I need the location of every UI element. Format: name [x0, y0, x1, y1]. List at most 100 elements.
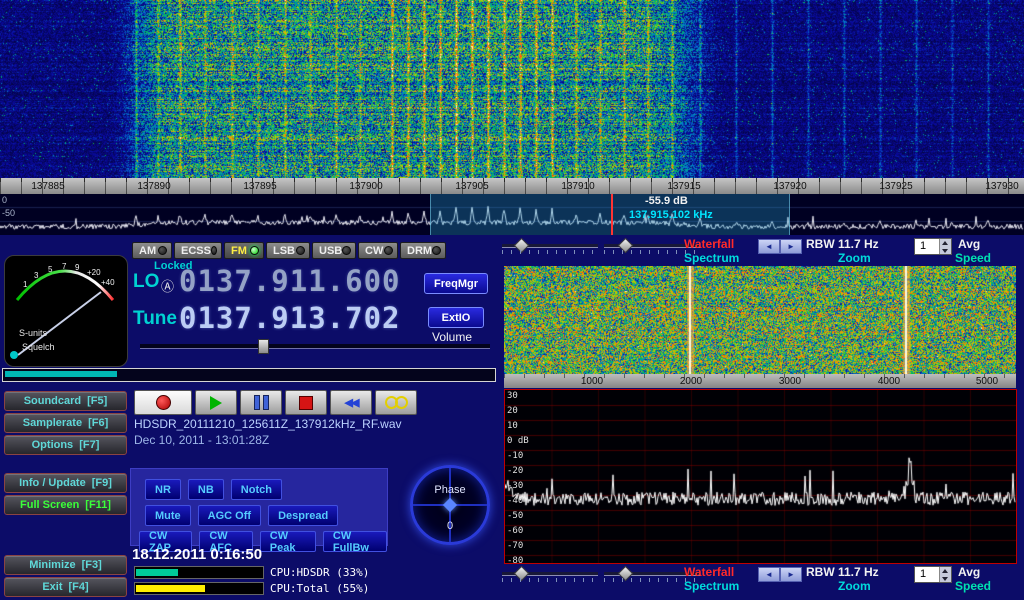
menu-button-exit[interactable]: Exit[F4]: [4, 577, 127, 597]
zoom-spectrum-display[interactable]: [504, 389, 1017, 564]
dsp-button-notch[interactable]: Notch: [231, 479, 282, 500]
display-slider[interactable]: [502, 244, 598, 248]
lo-frequency-digits[interactable]: 0137.911.600: [179, 264, 401, 298]
mode-button-fm[interactable]: FM: [224, 242, 264, 259]
zoom-spectrum-canvas[interactable]: [505, 390, 1016, 563]
mode-led-icon: [342, 246, 351, 255]
avg-select-value: 1: [915, 239, 939, 254]
cpu-total-text: CPU:Total (55%): [270, 582, 369, 595]
avg-select[interactable]: 1: [914, 238, 952, 255]
menu-button-full-screen[interactable]: Full Screen[F11]: [4, 495, 127, 515]
cpu-hdsdr-fill: [136, 569, 178, 576]
freq-ruler-label: 137895: [243, 181, 276, 192]
mode-button-drm[interactable]: DRM: [400, 242, 446, 259]
zoom-waterfall-display[interactable]: [504, 266, 1016, 374]
dsp-button-agc-off[interactable]: AGC Off: [198, 505, 261, 526]
arrow-left-icon[interactable]: ◄: [758, 239, 780, 254]
menu-button-info-update[interactable]: Info / Update[F9]: [4, 473, 127, 493]
rewind-button[interactable]: ◀◀: [330, 390, 372, 415]
frequency-ruler[interactable]: 1378851378901378951379001379051379101379…: [0, 178, 1024, 194]
mode-button-lsb[interactable]: LSB: [266, 242, 310, 259]
arrow-right-icon[interactable]: ►: [780, 239, 802, 254]
squelch-knob[interactable]: [10, 351, 18, 359]
mode-button-ecss[interactable]: ECSS: [174, 242, 222, 259]
stop-icon: [299, 396, 313, 410]
phase-dial[interactable]: Phase 0: [410, 465, 490, 545]
mode-button-cw[interactable]: CW: [358, 242, 398, 259]
dsp-button-cw-peak[interactable]: CW Peak: [260, 531, 316, 552]
s-meter-tick-label: 1: [23, 280, 27, 289]
play-button[interactable]: [195, 390, 237, 415]
rbw-label: RBW 11.7 Hz: [806, 565, 879, 579]
menu-button-soundcard[interactable]: Soundcard[F5]: [4, 391, 127, 411]
datetime-display: 18.12.2011 0:16:50: [132, 546, 262, 563]
spectrum-toggle[interactable]: Spectrum: [684, 579, 739, 593]
shift-arrows[interactable]: ◄►: [758, 239, 802, 254]
spinner-up-icon[interactable]: [940, 239, 951, 247]
shift-arrows[interactable]: ◄►: [758, 567, 802, 582]
menu-button-options[interactable]: Options[F7]: [4, 435, 127, 455]
squelch-label: Squelch: [22, 342, 55, 352]
stop-button[interactable]: [285, 390, 327, 415]
mode-label: LSB: [273, 245, 295, 257]
tune-frequency-digits[interactable]: 0137.913.702: [179, 301, 401, 335]
arrow-right-icon[interactable]: ►: [780, 567, 802, 582]
loop-button[interactable]: [375, 390, 417, 415]
mode-button-am[interactable]: AM: [132, 242, 172, 259]
spectrum-scale-50: -50: [2, 208, 15, 218]
speed-label: Speed: [955, 579, 991, 593]
lo-label: LO: [133, 271, 159, 293]
spinner-down-icon[interactable]: [940, 575, 951, 583]
mode-label: DRM: [407, 245, 432, 257]
phase-marker-icon: [443, 498, 457, 512]
display-control-bar: WaterfallSpectrum◄►RBW 11.7 HzZoom1AvgSp…: [500, 237, 1020, 267]
menu-button-samplerate[interactable]: Samplerate[F6]: [4, 413, 127, 433]
extio-button[interactable]: ExtIO: [428, 307, 484, 328]
avg-spinner[interactable]: [939, 567, 951, 582]
spinner-up-icon[interactable]: [940, 567, 951, 575]
dsp-button-cw-fullbw[interactable]: CW FullBw: [323, 531, 387, 552]
dsp-button-mute[interactable]: Mute: [145, 505, 191, 526]
avg-spinner[interactable]: [939, 239, 951, 254]
freq-manager-button[interactable]: FreqMgr: [424, 273, 488, 294]
level-meter[interactable]: [2, 368, 496, 382]
pause-button[interactable]: [240, 390, 282, 415]
cpu-hdsdr-text: CPU:HDSDR (33%): [270, 566, 369, 579]
dsp-button-despread[interactable]: Despread: [268, 505, 338, 526]
avg-label: Avg: [958, 237, 980, 251]
db-scale-label: -80: [507, 556, 523, 566]
spectrum-toggle[interactable]: Spectrum: [684, 251, 739, 265]
slider-tick-marks: [502, 578, 598, 582]
menu-button-label: Exit: [42, 581, 62, 593]
lo-auto-badge-icon[interactable]: Ⓐ: [161, 276, 174, 295]
db-scale-label: 30: [507, 391, 518, 401]
menu-button-key: [F5]: [87, 395, 107, 407]
avg-select[interactable]: 1: [914, 566, 952, 583]
main-waterfall-display[interactable]: [0, 0, 1024, 178]
db-scale-label: 20: [507, 406, 518, 416]
arrow-left-icon[interactable]: ◄: [758, 567, 780, 582]
dsp-row: Mute AGC Off Despread: [145, 505, 387, 526]
spinner-down-icon[interactable]: [940, 247, 951, 255]
record-button[interactable]: [134, 390, 192, 415]
avg-label: Avg: [958, 565, 980, 579]
waterfall-toggle[interactable]: Waterfall: [684, 237, 734, 251]
mode-led-icon: [432, 246, 441, 255]
waterfall-toggle[interactable]: Waterfall: [684, 565, 734, 579]
volume-slider-thumb[interactable]: [258, 339, 269, 354]
menu-button-minimize[interactable]: Minimize[F3]: [4, 555, 127, 575]
volume-slider[interactable]: [140, 344, 490, 349]
db-scale-label: 10: [507, 421, 518, 431]
zoom-scale-label: 2000: [680, 376, 702, 387]
mode-button-usb[interactable]: USB: [312, 242, 356, 259]
dsp-button-nb[interactable]: NB: [188, 479, 224, 500]
display-slider[interactable]: [502, 572, 598, 576]
passband-selection[interactable]: [430, 194, 790, 235]
zoom-frequency-scale[interactable]: 10002000300040005000: [504, 374, 1016, 388]
zoom-scale-label: 1000: [581, 376, 603, 387]
s-meter: S-units Squelch 13579+20+40: [4, 255, 128, 367]
phase-label: Phase: [413, 484, 487, 496]
mode-label: AM: [139, 245, 156, 257]
menu-button-label: Samplerate: [23, 417, 82, 429]
dsp-button-nr[interactable]: NR: [145, 479, 181, 500]
